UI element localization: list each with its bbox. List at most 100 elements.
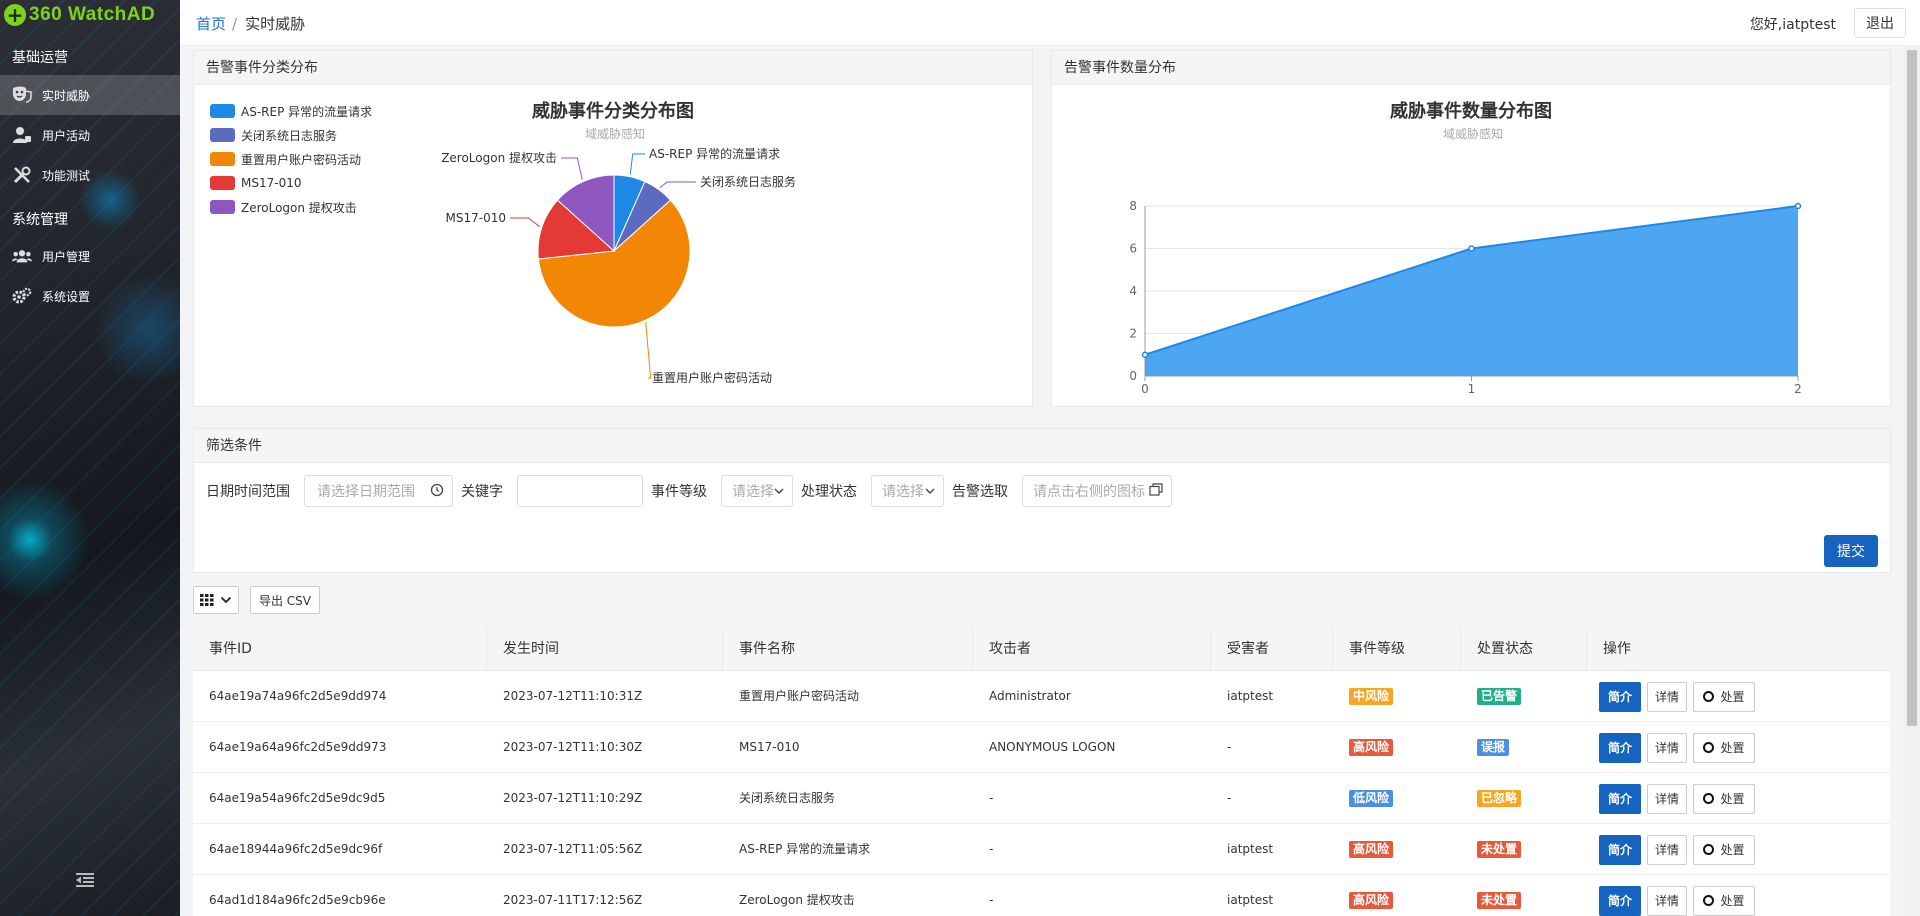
app-logo[interactable]: + 360 WatchAD xyxy=(4,3,155,27)
column-header[interactable]: 发生时间 xyxy=(487,628,723,670)
detail-button[interactable]: 详情 xyxy=(1647,732,1687,763)
event-time-cell: 2023-07-11T17:12:56Z xyxy=(503,893,643,907)
filter-title: 筛选条件 xyxy=(194,429,1890,463)
column-header[interactable]: 操作 xyxy=(1587,628,1890,670)
user-activity-icon xyxy=(12,125,32,145)
x-tick-label: 0 xyxy=(1141,382,1149,396)
attacker-cell: - xyxy=(989,791,994,805)
breadcrumb-home-link[interactable]: 首页 xyxy=(196,15,226,33)
handle-button[interactable]: 处置 xyxy=(1693,885,1755,916)
top-bar: 首页 / 实时威胁 您好,iatptest 退出 xyxy=(180,0,1920,46)
plus-logo-icon: + xyxy=(4,4,26,26)
y-tick-label: 6 xyxy=(1129,242,1137,256)
column-header[interactable]: 受害者 xyxy=(1211,628,1333,670)
level-label: 事件等级 xyxy=(651,484,707,500)
export-csv-button[interactable]: 导出 CSV xyxy=(250,586,320,614)
brief-button[interactable]: 简介 xyxy=(1599,885,1641,916)
handle-status-cell: 未处置 xyxy=(1461,824,1587,875)
window-picker-icon[interactable] xyxy=(1149,483,1163,499)
level-placeholder: 请选择 xyxy=(732,484,774,500)
data-point[interactable] xyxy=(1468,245,1475,252)
victim-cell: iatptest xyxy=(1227,893,1274,907)
sidebar-item-function-test[interactable]: 功能测试 xyxy=(0,155,180,195)
threat-table: 事件ID 发生时间 事件名称 攻击者 受害者 事件等级 处置状态 操作 64ae19a74a9… xyxy=(193,628,1890,916)
handle-button[interactable]: 处置 xyxy=(1693,732,1755,763)
status-placeholder: 请选择 xyxy=(882,484,924,500)
date-range-placeholder: 请选择日期范围 xyxy=(317,484,415,500)
actions-cell: 简介 详情 处置 xyxy=(1587,875,1890,916)
brief-button[interactable]: 简介 xyxy=(1599,834,1641,865)
event-id-cell: 64ae19a54a96fc2d5e9dc9d5 xyxy=(209,791,386,805)
column-header[interactable]: 攻击者 xyxy=(973,628,1211,670)
risk-level-badge: 低风险 xyxy=(1349,790,1394,807)
y-tick-label: 2 xyxy=(1129,327,1137,341)
column-header[interactable]: 处置状态 xyxy=(1461,628,1587,670)
x-tick-label: 1 xyxy=(1468,382,1476,396)
event-level-cell: 高风险 xyxy=(1333,824,1461,875)
brief-button[interactable]: 简介 xyxy=(1599,783,1641,814)
column-header[interactable]: 事件等级 xyxy=(1333,628,1461,670)
column-header[interactable]: 事件ID xyxy=(193,628,487,670)
sidebar-item-system-settings[interactable]: 系统设置 xyxy=(0,276,180,316)
handle-status-cell: 未处置 xyxy=(1461,875,1587,916)
user-circle-icon xyxy=(1703,793,1715,804)
date-range-label: 日期时间范围 xyxy=(206,484,290,500)
sidebar-group-ops: 基础运营 xyxy=(12,50,68,66)
status-badge: 已忽略 xyxy=(1477,790,1522,807)
actions-cell: 简介 详情 处置 xyxy=(1587,722,1890,773)
user-circle-icon xyxy=(1703,691,1715,702)
brief-button[interactable]: 简介 xyxy=(1599,732,1641,763)
count-distribution-panel: 告警事件数量分布 威胁事件数量分布图 域威胁感知 02468012 xyxy=(1051,50,1891,407)
sidebar-item-user-activity[interactable]: 用户活动 xyxy=(0,115,180,155)
victim-cell: iatptest xyxy=(1227,689,1274,703)
date-range-input[interactable]: 请选择日期范围 xyxy=(304,475,453,507)
attacker-cell: - xyxy=(989,893,994,907)
data-point[interactable] xyxy=(1794,202,1802,210)
detail-button[interactable]: 详情 xyxy=(1647,681,1687,712)
pie-label-line xyxy=(659,181,696,189)
alert-select-input[interactable]: 请点击右侧的图标 xyxy=(1022,475,1172,507)
category-distribution-panel: 告警事件分类分布 AS-REP 异常的流量请求 关闭系统日志服务 重置用户账户密码活… xyxy=(193,50,1033,407)
user-greeting: 您好,iatptest xyxy=(1749,17,1836,33)
actions-cell: 简介 详情 处置 xyxy=(1587,671,1890,722)
risk-level-badge: 高风险 xyxy=(1349,739,1394,756)
detail-button[interactable]: 详情 xyxy=(1647,834,1687,865)
scrollbar-thumb[interactable] xyxy=(1907,50,1917,726)
sidebar-item-label: 用户管理 xyxy=(42,249,91,264)
column-toggle-button[interactable] xyxy=(193,586,239,614)
table-row: 64ae19a74a96fc2d5e9dd974 2023-07-12T11:10… xyxy=(193,671,1890,722)
sidebar-item-user-management[interactable]: 用户管理 xyxy=(0,236,180,276)
submit-button[interactable]: 提交 xyxy=(1824,535,1878,567)
chevron-down-icon xyxy=(774,484,784,498)
user-circle-icon xyxy=(1703,895,1715,906)
brief-button[interactable]: 简介 xyxy=(1599,681,1641,712)
detail-button[interactable]: 详情 xyxy=(1647,783,1687,814)
logout-button[interactable]: 退出 xyxy=(1854,8,1906,38)
table-row: 64ad1d184a96fc2d5e9cb96e 2023-07-11T17:12… xyxy=(193,875,1890,916)
event-id-cell: 64ae19a74a96fc2d5e9dd974 xyxy=(209,689,387,703)
users-icon xyxy=(12,246,32,266)
sidebar-item-realtime-threat[interactable]: 实时威胁 xyxy=(0,75,180,115)
page-scrollbar[interactable] xyxy=(1904,46,1920,916)
handle-button[interactable]: 处置 xyxy=(1693,834,1755,865)
level-select[interactable]: 请选择 xyxy=(721,475,793,507)
actions-cell: 简介 详情 处置 xyxy=(1587,773,1890,824)
collapse-sidebar-icon[interactable] xyxy=(76,872,94,888)
event-level-cell: 高风险 xyxy=(1333,875,1461,916)
event-id-cell: 64ad1d184a96fc2d5e9cb96e xyxy=(209,893,386,907)
victim-cell: - xyxy=(1227,740,1232,754)
sidebar-item-label: 用户活动 xyxy=(42,128,91,143)
event-name-cell: MS17-010 xyxy=(739,740,800,754)
detail-button[interactable]: 详情 xyxy=(1647,885,1687,916)
data-point[interactable] xyxy=(1141,351,1149,358)
status-select[interactable]: 请选择 xyxy=(871,475,944,507)
event-name-cell: AS-REP 异常的流量请求 xyxy=(739,842,871,856)
handle-button[interactable]: 处置 xyxy=(1693,783,1755,814)
handle-button[interactable]: 处置 xyxy=(1693,681,1755,712)
breadcrumb-current: 实时威胁 xyxy=(245,15,306,33)
area-chart: 0 2 4 6 8 0 1 2 xyxy=(1129,199,1802,396)
keyword-input[interactable] xyxy=(517,475,643,507)
column-header[interactable]: 事件名称 xyxy=(723,628,973,670)
sidebar-group-system: 系统管理 xyxy=(12,212,68,228)
event-level-cell: 低风险 xyxy=(1333,773,1461,824)
